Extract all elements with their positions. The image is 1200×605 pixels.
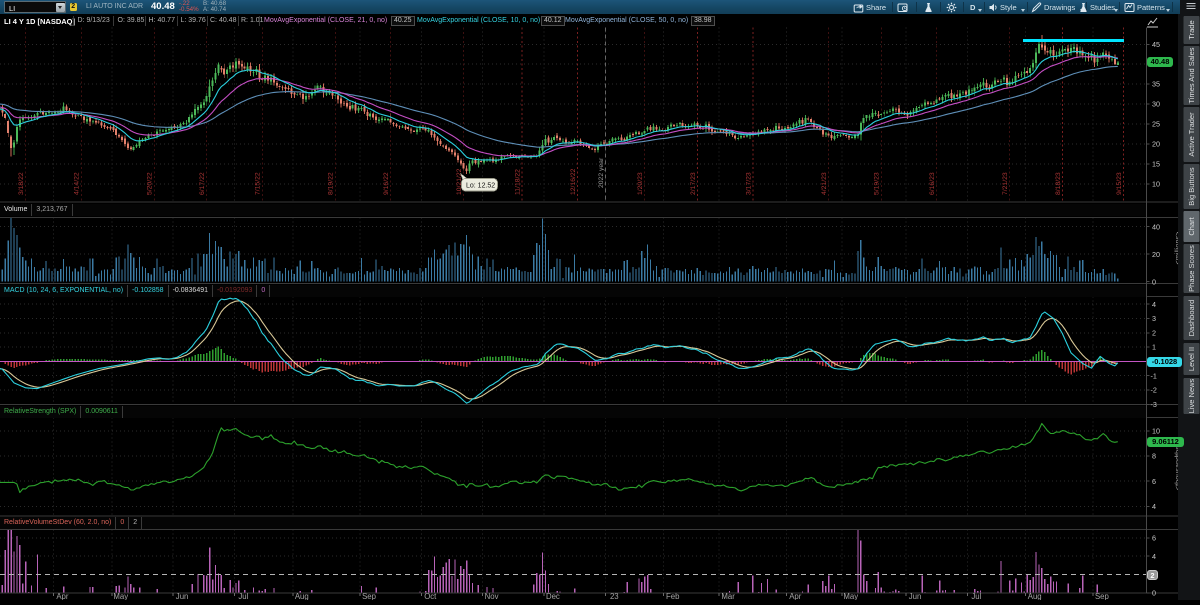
svg-text:23: 23 bbox=[610, 592, 619, 600]
svg-text:8/19/22: 8/19/22 bbox=[328, 172, 335, 195]
svg-text:Dec: Dec bbox=[546, 592, 560, 600]
svg-text:Level II: Level II bbox=[1187, 347, 1196, 371]
svg-text:4/14/22: 4/14/22 bbox=[74, 172, 81, 195]
svg-text:20: 20 bbox=[1152, 140, 1160, 149]
svg-text:7/21/23: 7/21/23 bbox=[1002, 172, 1009, 195]
svg-text:40: 40 bbox=[1152, 222, 1160, 231]
svg-text:8/18/23: 8/18/23 bbox=[1055, 172, 1062, 195]
svg-text:May: May bbox=[843, 592, 858, 600]
svg-text:4: 4 bbox=[1152, 552, 1156, 561]
svg-text:May: May bbox=[113, 592, 128, 600]
svg-text:45: 45 bbox=[1152, 40, 1160, 49]
svg-text:10: 10 bbox=[1152, 180, 1160, 189]
svg-text:2: 2 bbox=[1152, 328, 1156, 337]
svg-text:Trade: Trade bbox=[1187, 20, 1196, 39]
svg-text:25: 25 bbox=[1152, 120, 1160, 129]
svg-text:Jun: Jun bbox=[176, 592, 189, 600]
svg-text:Jul: Jul bbox=[971, 592, 981, 600]
svg-text:-3: -3 bbox=[1151, 400, 1157, 409]
svg-text:6/16/23: 6/16/23 bbox=[929, 172, 936, 195]
svg-text:10: 10 bbox=[1152, 427, 1160, 436]
svg-text:Aug: Aug bbox=[295, 592, 309, 600]
svg-text:Live News: Live News bbox=[1187, 378, 1196, 413]
svg-text:3/17/23: 3/17/23 bbox=[745, 172, 752, 195]
svg-text:30: 30 bbox=[1152, 100, 1160, 109]
svg-text:Active Trader: Active Trader bbox=[1187, 112, 1196, 157]
svg-text:0: 0 bbox=[1152, 277, 1156, 286]
svg-text:9/16/22: 9/16/22 bbox=[383, 172, 390, 195]
svg-text:11/18/22: 11/18/22 bbox=[515, 169, 522, 195]
svg-text:2/17/23: 2/17/23 bbox=[690, 172, 697, 195]
svg-text:15: 15 bbox=[1152, 160, 1160, 169]
svg-text:Jul: Jul bbox=[238, 592, 248, 600]
svg-text:Jun: Jun bbox=[909, 592, 922, 600]
svg-text:Phase Scores: Phase Scores bbox=[1187, 245, 1196, 292]
svg-text:1/20/23: 1/20/23 bbox=[637, 172, 644, 195]
svg-text:12/16/22: 12/16/22 bbox=[570, 168, 577, 195]
svg-text:-1: -1 bbox=[1151, 371, 1157, 380]
svg-text:4/21/23: 4/21/23 bbox=[821, 172, 828, 195]
svg-text:4: 4 bbox=[1152, 300, 1156, 309]
svg-text:6: 6 bbox=[1152, 477, 1156, 486]
svg-text:Feb: Feb bbox=[666, 592, 680, 600]
svg-text:1: 1 bbox=[1152, 343, 1156, 352]
svg-text:20: 20 bbox=[1152, 250, 1160, 259]
svg-text:Oct: Oct bbox=[424, 592, 437, 600]
svg-text:8: 8 bbox=[1152, 452, 1156, 461]
svg-text:Sep: Sep bbox=[362, 592, 377, 600]
svg-text:0: 0 bbox=[1152, 589, 1156, 598]
svg-text:Apr: Apr bbox=[789, 592, 802, 600]
svg-text:6/17/22: 6/17/22 bbox=[199, 172, 206, 195]
svg-text:Times And Sales: Times And Sales bbox=[1187, 47, 1196, 103]
svg-text:Sep: Sep bbox=[1095, 592, 1110, 600]
svg-text:2022 year: 2022 year bbox=[598, 157, 605, 188]
svg-text:5/20/22: 5/20/22 bbox=[147, 172, 154, 195]
svg-text:-2: -2 bbox=[1151, 386, 1157, 395]
svg-text:3: 3 bbox=[1152, 314, 1156, 323]
svg-text:35: 35 bbox=[1152, 80, 1160, 89]
svg-text:4: 4 bbox=[1152, 502, 1156, 511]
svg-text:Big Buttons: Big Buttons bbox=[1187, 167, 1196, 206]
svg-text:9/15/23: 9/15/23 bbox=[1116, 172, 1123, 195]
svg-text:Apr: Apr bbox=[56, 592, 69, 600]
svg-text:3/18/22: 3/18/22 bbox=[18, 172, 25, 195]
svg-text:Aug: Aug bbox=[1028, 592, 1042, 600]
svg-text:7/15/22: 7/15/22 bbox=[255, 172, 262, 195]
svg-text:Lo: 12.52: Lo: 12.52 bbox=[466, 182, 495, 189]
svg-text:6: 6 bbox=[1152, 533, 1156, 542]
svg-text:Nov: Nov bbox=[485, 592, 499, 600]
svg-text:5/19/23: 5/19/23 bbox=[874, 172, 881, 195]
svg-text:Dashboard: Dashboard bbox=[1187, 300, 1196, 337]
svg-text:Chart: Chart bbox=[1187, 216, 1196, 235]
svg-text:Mar: Mar bbox=[721, 592, 735, 600]
